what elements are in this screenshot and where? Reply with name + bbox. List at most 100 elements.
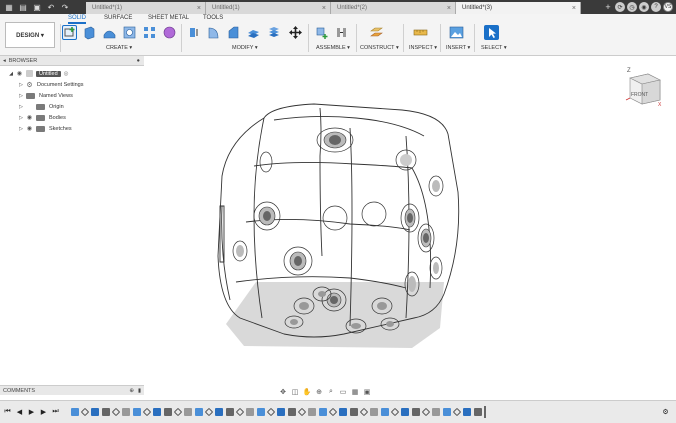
timeline-feature-icon[interactable] xyxy=(288,408,296,416)
timeline-feature-icon[interactable] xyxy=(452,407,462,417)
viewports-icon[interactable]: ▣ xyxy=(362,388,372,396)
timeline-feature-icon[interactable] xyxy=(266,407,276,417)
tree-item-bodies[interactable]: ▷ ◉ Bodies xyxy=(0,112,144,123)
timeline-feature-icon[interactable] xyxy=(328,407,338,417)
timeline-feature-icon[interactable] xyxy=(350,408,358,416)
fit-icon[interactable]: ⌕ xyxy=(326,388,336,396)
document-tab-2[interactable]: Untitled(1) × xyxy=(206,2,331,14)
timeline-settings-icon[interactable]: ⚙ xyxy=(661,408,670,417)
timeline-feature-icon[interactable] xyxy=(133,408,141,416)
timeline-feature-icon[interactable] xyxy=(463,408,471,416)
inspect-menu[interactable]: INSPECT ▾ xyxy=(409,45,437,51)
new-tab-icon[interactable]: + xyxy=(603,2,613,12)
redo-icon[interactable]: ↷ xyxy=(60,2,70,12)
tree-item-named-views[interactable]: ▷ Named Views xyxy=(0,90,144,101)
app-grid-icon[interactable]: ▦ xyxy=(4,2,14,12)
display-settings-icon[interactable]: ▭ xyxy=(338,388,348,396)
insert-menu[interactable]: INSERT ▾ xyxy=(446,45,470,51)
timeline-feature-icon[interactable] xyxy=(91,408,99,416)
timeline-feature-icon[interactable] xyxy=(226,408,234,416)
expand-icon[interactable]: ◢ xyxy=(8,70,14,77)
tab-tools[interactable]: TOOLS xyxy=(203,15,223,21)
close-icon[interactable]: × xyxy=(572,5,576,12)
timeline-feature-icon[interactable] xyxy=(111,407,121,417)
timeline-feature-icon[interactable] xyxy=(432,408,440,416)
timeline-feature-icon[interactable] xyxy=(474,408,482,416)
zoom-icon[interactable]: ⊕ xyxy=(314,388,324,396)
timeline-feature-icon[interactable] xyxy=(297,407,307,417)
visibility-eye-icon[interactable]: ◉ xyxy=(16,70,23,77)
timeline-marker[interactable] xyxy=(484,406,486,418)
pattern-icon[interactable] xyxy=(142,25,157,40)
insert-image-icon[interactable] xyxy=(449,25,464,40)
create-menu[interactable]: CREATE ▾ xyxy=(106,45,132,51)
select-icon[interactable] xyxy=(484,25,499,40)
joint-icon[interactable] xyxy=(334,25,349,40)
tab-surface[interactable]: SURFACE xyxy=(104,15,132,21)
collapse-arrow-icon[interactable]: ◂ xyxy=(3,58,6,64)
timeline-feature-icon[interactable] xyxy=(370,408,378,416)
create-form-icon[interactable] xyxy=(162,25,177,40)
timeline-feature-icon[interactable] xyxy=(390,407,400,417)
extrude-icon[interactable] xyxy=(82,25,97,40)
timeline-feature-icon[interactable] xyxy=(122,408,130,416)
assemble-menu[interactable]: ASSEMBLE ▾ xyxy=(316,45,350,51)
dice-model[interactable] xyxy=(144,56,676,383)
timeline-feature-icon[interactable] xyxy=(319,408,327,416)
timeline-feature-icon[interactable] xyxy=(421,407,431,417)
go-to-start-icon[interactable]: ⏮ xyxy=(3,408,12,417)
extensions-icon[interactable]: ⟳ xyxy=(615,2,625,12)
file-icon[interactable]: ▤ xyxy=(18,2,28,12)
timeline-feature-icon[interactable] xyxy=(71,408,79,416)
press-pull-icon[interactable] xyxy=(186,25,201,40)
user-avatar[interactable]: VS xyxy=(663,2,673,12)
save-icon[interactable]: ▣ xyxy=(32,2,42,12)
step-forward-icon[interactable]: ▶ xyxy=(39,408,48,417)
timeline-feature-icon[interactable] xyxy=(184,408,192,416)
shell-icon[interactable] xyxy=(246,25,261,40)
timeline-feature-icon[interactable] xyxy=(215,408,223,416)
viewcube[interactable]: Z FRONT X xyxy=(624,64,664,110)
timeline-feature-icon[interactable] xyxy=(153,408,161,416)
tree-item-document-settings[interactable]: ▷ ⚙ Document Settings xyxy=(0,79,144,90)
document-tab-4[interactable]: Untitled*(3) × xyxy=(456,2,581,14)
timeline-feature-icon[interactable] xyxy=(401,408,409,416)
new-component-icon[interactable] xyxy=(315,25,330,40)
timeline-feature-icon[interactable] xyxy=(142,407,152,417)
notifications-icon[interactable]: ◉ xyxy=(639,2,649,12)
timeline-feature-icon[interactable] xyxy=(257,408,265,416)
workspace-switcher[interactable]: DESIGN ▾ xyxy=(5,22,55,48)
chamfer-icon[interactable] xyxy=(226,25,241,40)
collapse-comments-icon[interactable]: ▮ xyxy=(138,388,141,394)
timeline-feature-icon[interactable] xyxy=(359,407,369,417)
undo-icon[interactable]: ↶ xyxy=(46,2,56,12)
pan-icon[interactable]: ✋ xyxy=(302,388,312,396)
timeline-feature-icon[interactable] xyxy=(164,408,172,416)
timeline-feature-icon[interactable] xyxy=(308,408,316,416)
timeline-feature-icon[interactable] xyxy=(339,408,347,416)
expand-icon[interactable]: ▷ xyxy=(18,125,24,132)
modify-menu[interactable]: MODIFY ▾ xyxy=(232,45,258,51)
construct-menu[interactable]: CONSTRUCT ▾ xyxy=(360,45,399,51)
measure-icon[interactable] xyxy=(413,25,428,40)
fillet-icon[interactable] xyxy=(206,25,221,40)
timeline-feature-icon[interactable] xyxy=(277,408,285,416)
activate-radio-icon[interactable]: ◎ xyxy=(64,71,69,77)
expand-icon[interactable]: ▷ xyxy=(18,103,24,110)
select-menu[interactable]: SELECT ▾ xyxy=(481,45,507,51)
tree-root[interactable]: ◢ ◉ Untitled ◎ xyxy=(0,68,144,79)
3d-viewport[interactable]: Z FRONT X xyxy=(144,56,676,383)
tab-solid[interactable]: SOLID xyxy=(68,15,87,24)
step-back-icon[interactable]: ◀ xyxy=(15,408,24,417)
jobs-icon[interactable]: ◷ xyxy=(627,2,637,12)
grid-settings-icon[interactable]: ▦ xyxy=(350,388,360,396)
pin-icon[interactable]: ● xyxy=(137,58,140,64)
move-copy-icon[interactable] xyxy=(288,25,303,40)
timeline-feature-icon[interactable] xyxy=(443,408,451,416)
visibility-eye-icon[interactable]: ◉ xyxy=(26,125,33,132)
document-tab-3[interactable]: Untitled*(2) × xyxy=(331,2,456,14)
revolve-icon[interactable] xyxy=(102,25,117,40)
create-sketch-icon[interactable] xyxy=(62,25,77,40)
close-icon[interactable]: × xyxy=(322,5,326,12)
expand-icon[interactable]: ▷ xyxy=(18,92,24,99)
